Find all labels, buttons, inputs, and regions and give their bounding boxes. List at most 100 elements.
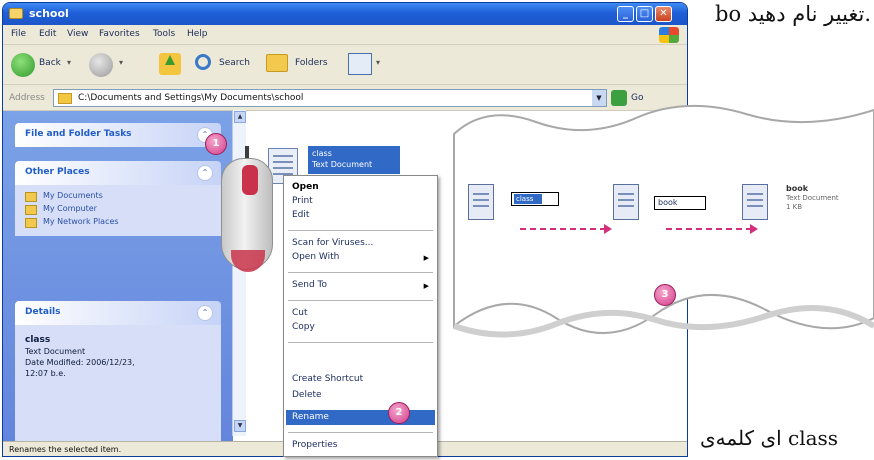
rename-selected-text: class — [514, 194, 542, 204]
menu-help[interactable]: Help — [187, 29, 208, 39]
text-file-icon — [742, 184, 768, 220]
menu-item-edit[interactable]: Edit — [292, 210, 309, 220]
rename-typed-field[interactable]: book — [654, 196, 706, 210]
menu-tools[interactable]: Tools — [153, 29, 175, 39]
mouse-right-button-icon — [242, 165, 258, 195]
panel-title: Details — [25, 307, 61, 317]
place-label: My Documents — [43, 191, 103, 200]
menu-item-rename[interactable]: Rename — [292, 412, 329, 422]
file-type: Text Document — [312, 160, 373, 169]
result-file-type: Text Document — [786, 194, 839, 202]
text-file-icon — [613, 184, 639, 220]
place-label: My Network Places — [43, 217, 119, 226]
address-path: C:\Documents and Settings\My Documents\s… — [78, 93, 304, 103]
back-dropdown-icon[interactable]: ▾ — [67, 58, 71, 67]
menu-separator — [288, 432, 433, 433]
details-body: class Text Document Date Modified: 2006/… — [15, 325, 221, 445]
go-button[interactable]: Go — [631, 93, 643, 103]
other-places-panel: Other Places ⌃ My Documents My Computer … — [15, 161, 221, 236]
place-label: My Computer — [43, 204, 97, 213]
callout-wave-shape — [453, 104, 874, 338]
network-places-icon — [25, 218, 37, 228]
menu-separator — [288, 272, 433, 273]
folders-button[interactable]: Folders — [295, 58, 328, 68]
panel-title: Other Places — [25, 167, 90, 177]
arrow-right-icon — [666, 224, 758, 234]
step-marker-3: 3 — [654, 284, 676, 306]
back-arrow-icon[interactable] — [11, 53, 35, 77]
submenu-arrow-icon: ▶ — [423, 254, 429, 262]
menu-separator — [288, 230, 433, 231]
place-my-network[interactable]: My Network Places — [25, 217, 211, 230]
panel-body: My Documents My Computer My Network Plac… — [15, 185, 221, 236]
step-marker-1: 1 — [205, 133, 227, 155]
menu-item-send-to[interactable]: Send To — [292, 280, 327, 290]
menu-bar: File Edit View Favorites Tools Help — [3, 25, 687, 45]
menu-item-open-with[interactable]: Open With — [292, 252, 339, 262]
step-marker-2: 2 — [388, 402, 410, 424]
collapse-chevron-icon[interactable]: ⌃ — [197, 305, 213, 321]
rename-editing-field[interactable]: class — [511, 192, 559, 206]
window-title: school — [29, 7, 69, 20]
panel-header[interactable]: Details ⌃ — [15, 301, 221, 325]
file-folder-tasks-panel: File and Folder Tasks ⌃ — [15, 123, 221, 147]
menu-item-delete[interactable]: Delete — [292, 390, 322, 400]
place-my-computer[interactable]: My Computer — [25, 204, 211, 217]
views-icon[interactable] — [348, 53, 372, 75]
rename-typed-text: book — [658, 198, 678, 207]
maximize-button[interactable]: □ — [636, 6, 653, 22]
rename-callout — [446, 104, 874, 342]
detail-name: class — [25, 335, 51, 345]
caption-bottom-text: ای کلمه‌ی class — [700, 426, 839, 450]
panel-title: File and Folder Tasks — [25, 129, 132, 139]
scroll-up-icon[interactable]: ▲ — [234, 111, 246, 123]
folders-icon[interactable] — [266, 54, 288, 72]
detail-time: 12:07 b.e. — [25, 369, 66, 378]
search-icon[interactable] — [195, 54, 211, 70]
search-button[interactable]: Search — [219, 58, 250, 68]
forward-dropdown-icon[interactable]: ▾ — [119, 58, 123, 67]
menu-separator — [288, 300, 433, 301]
submenu-arrow-icon: ▶ — [423, 282, 429, 290]
selected-file-label[interactable]: class Text Document — [308, 146, 400, 174]
menu-view[interactable]: View — [67, 29, 88, 39]
menu-item-print[interactable]: Print — [292, 196, 313, 206]
task-pane: File and Folder Tasks ⌃ Other Places ⌃ M… — [3, 111, 233, 445]
status-text: Renames the selected item. — [9, 445, 122, 454]
forward-arrow-icon[interactable] — [89, 53, 113, 77]
caption-top-text: bo تغییر نام دهید. — [715, 2, 872, 26]
menu-item-copy[interactable]: Copy — [292, 322, 315, 332]
minimize-button[interactable]: _ — [617, 6, 634, 22]
place-my-documents[interactable]: My Documents — [25, 191, 211, 204]
address-label: Address — [9, 93, 45, 103]
arrow-right-icon — [520, 224, 612, 234]
menu-file[interactable]: File — [11, 29, 26, 39]
title-bar[interactable]: school _ □ ✕ — [3, 3, 687, 25]
result-file-size: 1 KB — [786, 203, 803, 211]
menu-favorites[interactable]: Favorites — [99, 29, 140, 39]
file-name: class — [312, 149, 332, 158]
menu-edit[interactable]: Edit — [39, 29, 56, 39]
toolbar: Back ▾ ▾ Search Folders ▾ — [3, 45, 687, 85]
my-computer-icon — [25, 205, 37, 215]
panel-header[interactable]: File and Folder Tasks ⌃ — [15, 123, 221, 147]
detail-type: Text Document — [25, 347, 86, 356]
views-dropdown-icon[interactable]: ▾ — [376, 58, 380, 67]
scroll-down-icon[interactable]: ▼ — [234, 420, 246, 432]
my-documents-icon — [25, 192, 37, 202]
back-button[interactable]: Back — [39, 58, 61, 68]
menu-separator — [288, 342, 433, 343]
collapse-chevron-icon[interactable]: ⌃ — [197, 165, 213, 181]
panel-header[interactable]: Other Places ⌃ — [15, 161, 221, 185]
menu-item-open[interactable]: Open — [292, 182, 319, 192]
menu-item-properties[interactable]: Properties — [292, 440, 337, 450]
menu-item-cut[interactable]: Cut — [292, 308, 308, 318]
details-panel: Details ⌃ class Text Document Date Modif… — [15, 301, 221, 445]
up-folder-icon[interactable] — [159, 53, 181, 75]
context-menu: Open Print Edit Scan for Viruses... Open… — [283, 175, 438, 457]
windows-logo-icon — [659, 27, 679, 43]
menu-item-scan[interactable]: Scan for Viruses... — [292, 238, 373, 248]
folder-icon — [9, 8, 23, 19]
menu-item-create-shortcut[interactable]: Create Shortcut — [292, 374, 363, 384]
close-button[interactable]: ✕ — [655, 6, 672, 22]
